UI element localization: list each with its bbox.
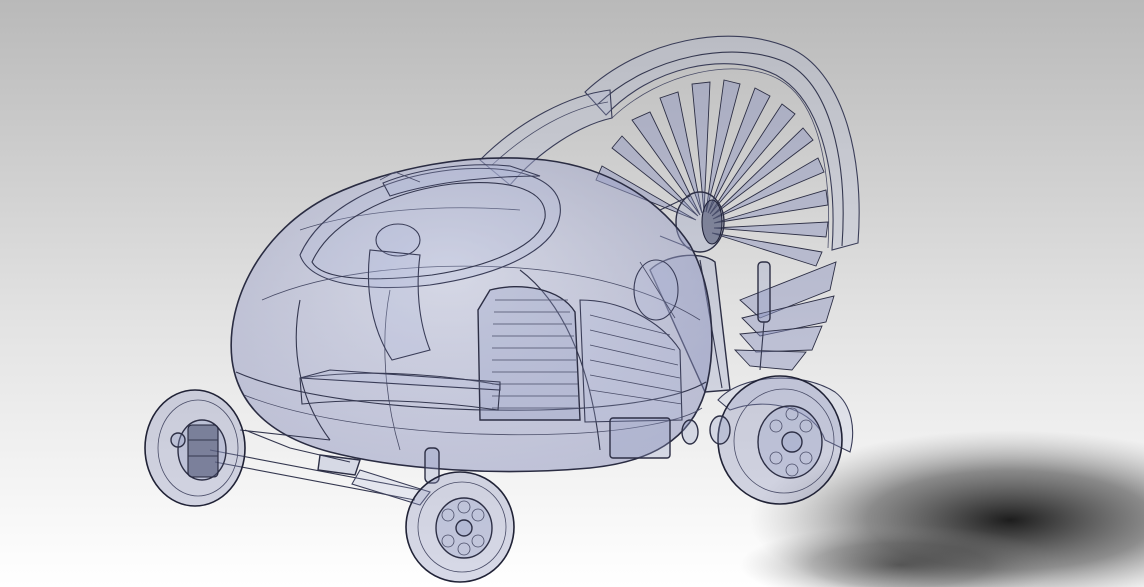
cad-viewport[interactable]: [0, 0, 1144, 587]
engine-block: [477, 285, 581, 421]
wheel-front-left: [144, 389, 246, 507]
battery-pack: [609, 417, 671, 459]
cad-model-render[interactable]: [0, 0, 1144, 587]
rear-shock-absorber: [757, 261, 771, 323]
wheel-front-right: [405, 471, 515, 583]
